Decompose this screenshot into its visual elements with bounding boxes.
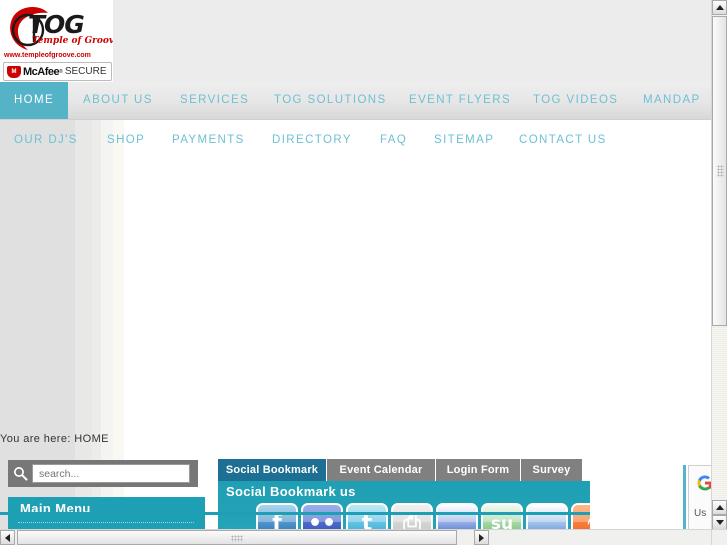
nav-item-mandap[interactable]: MANDAP bbox=[643, 82, 701, 119]
share-widget-edge bbox=[683, 465, 686, 529]
tab-event-calendar[interactable]: Event Calendar bbox=[327, 459, 436, 481]
scroll-thumb-grip bbox=[717, 165, 724, 177]
primary-navigation: HOME ABOUT US SERVICES TOG SOLUTIONS EVENT F… bbox=[0, 82, 712, 120]
secondary-navigation: OUR DJ'S SHOP PAYMENTS DIRECTORY FAQ SITEMAP C… bbox=[0, 120, 712, 160]
google-icon bbox=[697, 475, 712, 491]
myspace-icon[interactable]: •• bbox=[301, 503, 343, 530]
nav-item-event-flyers[interactable]: EVENT FLYERS bbox=[409, 82, 511, 119]
scroll-up-button-secondary[interactable] bbox=[712, 500, 727, 515]
rss-icon[interactable]: ◜ bbox=[571, 503, 590, 530]
nav-item-tog-solutions[interactable]: TOG SOLUTIONS bbox=[274, 82, 387, 119]
search-input[interactable] bbox=[32, 464, 190, 483]
mcafee-registered-mark: ® bbox=[59, 68, 63, 75]
stumbleupon-icon[interactable]: su bbox=[481, 503, 523, 530]
vertical-scrollbar[interactable] bbox=[711, 0, 727, 530]
vertical-scroll-thumb[interactable] bbox=[712, 16, 727, 326]
vertical-scroll-track[interactable] bbox=[712, 327, 727, 499]
social-bookmark-panel: Social Bookmark us f••t⎙ su ◜ bbox=[218, 481, 590, 530]
windowslive-icon[interactable] bbox=[436, 503, 478, 530]
module-tabs: Social Bookmark Event Calendar Login Form S… bbox=[218, 459, 590, 481]
nav-item-shop[interactable]: SHOP bbox=[107, 120, 145, 160]
breadcrumb: You are here: HOME bbox=[0, 433, 109, 445]
scroll-up-button[interactable] bbox=[712, 0, 727, 15]
scroll-left-button[interactable] bbox=[0, 530, 15, 545]
page-bottom-strip bbox=[0, 512, 590, 515]
horizontal-scroll-thumb[interactable] bbox=[17, 530, 457, 545]
share-widget[interactable]: Us bbox=[688, 465, 712, 530]
social-icon-list: f••t⎙ su ◜ bbox=[256, 503, 590, 530]
logo-wordmark: TOG bbox=[28, 10, 85, 39]
nav-shade bbox=[92, 120, 101, 160]
nav-item-home[interactable]: HOME bbox=[0, 82, 68, 119]
nav-item-our-dj-s[interactable]: OUR DJ'S bbox=[14, 120, 78, 160]
logo-tagline: Temple of Groove bbox=[32, 36, 113, 46]
tab-login-form[interactable]: Login Form bbox=[436, 459, 521, 481]
nav-item-services[interactable]: SERVICES bbox=[180, 82, 249, 119]
google-buzz-icon[interactable] bbox=[526, 503, 568, 530]
share-widget-label: Us bbox=[694, 508, 707, 519]
mcafee-secure-badge[interactable]: M McAfee ® SECURE bbox=[3, 62, 112, 81]
mcafee-name: McAfee bbox=[23, 65, 60, 78]
twitter-icon[interactable]: t bbox=[346, 503, 388, 530]
nav-item-sitemap[interactable]: SITEMAP bbox=[434, 120, 494, 160]
search-icon bbox=[8, 460, 32, 487]
nav-item-payments[interactable]: PAYMENTS bbox=[172, 120, 245, 160]
mcafee-shield-icon: M bbox=[7, 65, 21, 78]
scroll-thumb-grip bbox=[231, 535, 243, 542]
nav-item-tog-videos[interactable]: TOG VIDEOS bbox=[533, 82, 618, 119]
nav-item-directory[interactable]: DIRECTORY bbox=[272, 120, 352, 160]
horizontal-scrollbar[interactable] bbox=[0, 529, 712, 545]
page-viewport: TOG Temple of Groove www.templeofgroove.… bbox=[0, 0, 712, 530]
nav-item-faq[interactable]: FAQ bbox=[380, 120, 407, 160]
site-header: TOG Temple of Groove www.templeofgroove.… bbox=[0, 0, 712, 82]
mcafee-secure-label: SECURE bbox=[64, 66, 107, 77]
site-logo[interactable]: TOG Temple of Groove www.templeofgroove.… bbox=[0, 0, 113, 82]
digg-icon[interactable]: ⎙ bbox=[391, 503, 433, 530]
logo-url: www.templeofgroove.com bbox=[4, 52, 91, 59]
nav-item-about-us[interactable]: ABOUT US bbox=[83, 82, 153, 119]
scrollbar-corner bbox=[711, 529, 727, 545]
mcafee-shield-letter: M bbox=[11, 68, 17, 75]
nav-item-contact-us[interactable]: CONTACT US bbox=[519, 120, 607, 160]
panel-title: Social Bookmark us bbox=[226, 484, 356, 499]
scroll-down-button[interactable] bbox=[712, 515, 727, 530]
tab-survey[interactable]: Survey bbox=[521, 459, 583, 481]
search-module bbox=[8, 460, 198, 487]
tab-social-bookmark[interactable]: Social Bookmark bbox=[218, 459, 327, 481]
main-menu-divider bbox=[18, 522, 194, 523]
facebook-icon[interactable]: f bbox=[256, 503, 298, 530]
scroll-right-button[interactable] bbox=[474, 530, 489, 545]
